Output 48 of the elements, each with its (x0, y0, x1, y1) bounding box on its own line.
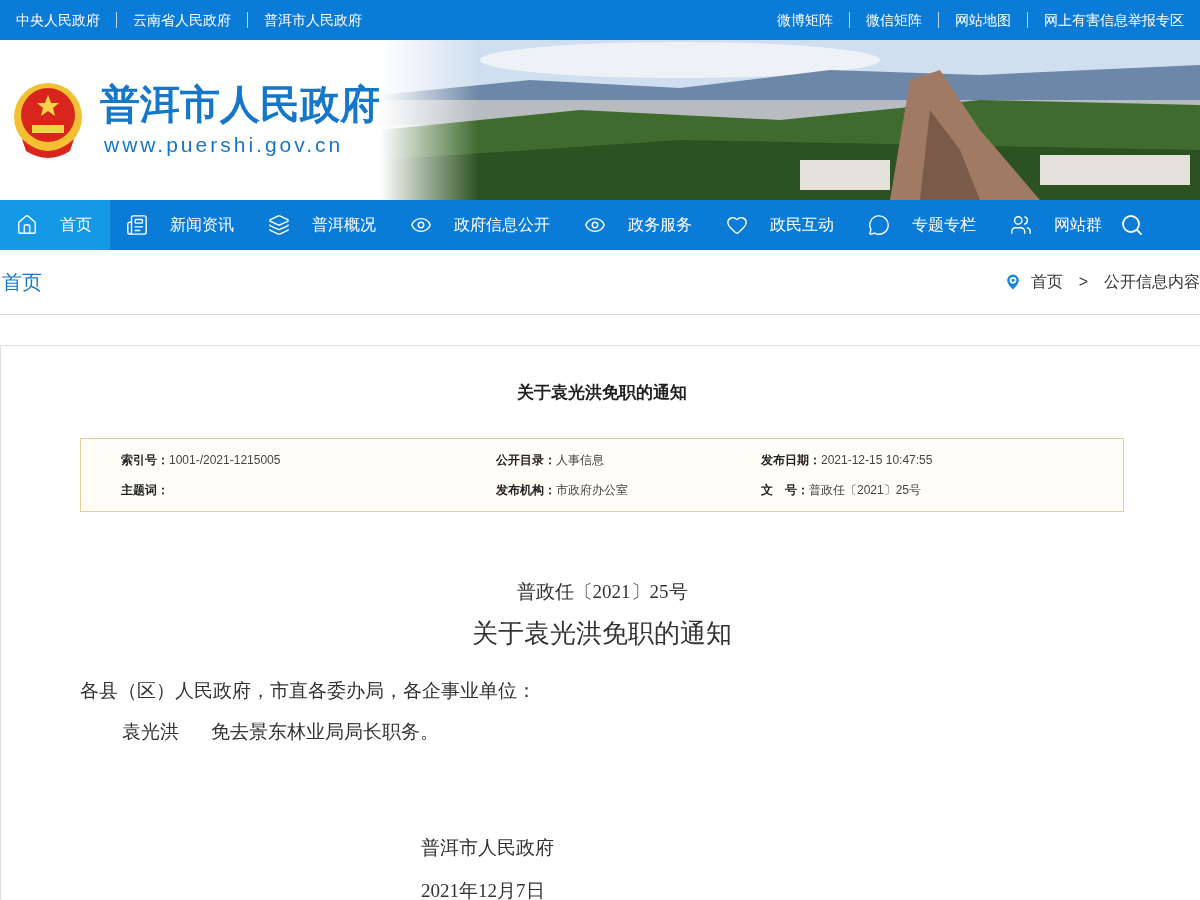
nav-item[interactable]: 政府信息公开 (394, 200, 568, 250)
document-number: 普政任〔2021〕25号 (515, 579, 689, 604)
nav-item[interactable]: 政务服务 (568, 200, 710, 250)
person-name: 袁光洪 (122, 719, 179, 744)
nav-item[interactable]: 网站群 (994, 200, 1120, 250)
nav-item[interactable]: 新闻资讯 (110, 200, 252, 250)
info-value: 人事信息 (556, 451, 604, 469)
article-title: 关于袁光洪免职的通知 (516, 382, 688, 404)
heart-icon (726, 214, 748, 236)
search-icon[interactable] (1120, 213, 1144, 237)
chat-icon (868, 214, 890, 236)
info-label: 发布机构： (496, 481, 556, 499)
document-title: 关于袁光洪免职的通知 (471, 618, 733, 650)
home-icon (16, 214, 38, 236)
breadcrumb-link[interactable]: 公开信息内容 (1104, 270, 1200, 294)
newspaper-icon (126, 214, 148, 236)
nav-item[interactable]: 政民互动 (710, 200, 852, 250)
top-link[interactable]: 微博矩阵 (777, 9, 833, 31)
info-label: 发布日期： (761, 451, 821, 469)
info-value: 1001-/2021-1215005 (169, 451, 281, 469)
emblem-icon (12, 81, 84, 159)
section-title: 首页 (1, 270, 42, 295)
info-value: 市政府办公室 (556, 481, 628, 499)
top-link[interactable]: 微信矩阵 (866, 9, 922, 31)
nav-item[interactable]: 首页 (0, 200, 110, 250)
layers-icon (268, 214, 290, 236)
info-label: 文 号： (761, 481, 809, 499)
top-link[interactable]: 网上有害信息举报专区 (1044, 9, 1184, 31)
users-icon (1010, 214, 1032, 236)
info-label: 公开目录： (496, 451, 556, 469)
breadcrumb-separator: > (1078, 272, 1088, 292)
top-link[interactable]: 中央人民政府 (16, 9, 100, 31)
site-name: 普洱市人民政府 (100, 79, 380, 130)
salutation: 各县（区）人民政府，市直各委办局，各企事业单位： (80, 679, 537, 703)
breadcrumb-link[interactable]: 首页 (1030, 270, 1063, 294)
nav-item[interactable]: 普洱概况 (252, 200, 394, 250)
info-label: 主题词： (121, 481, 169, 499)
site-url: www.puershi.gov.cn (104, 132, 345, 159)
info-value: 普政任〔2021〕25号 (809, 481, 922, 499)
top-link[interactable]: 网站地图 (955, 9, 1011, 31)
top-link[interactable]: 普洱市人民政府 (264, 9, 362, 31)
info-label: 索引号： (121, 451, 169, 469)
top-link[interactable]: 云南省人民政府 (133, 9, 231, 31)
body-text: 免去景东林业局局长职务。 (211, 719, 439, 744)
document-date: 2021年12月7日 (420, 878, 546, 900)
info-value: 2021-12-15 10:47:55 (821, 451, 933, 469)
nav-item[interactable]: 专题专栏 (852, 200, 994, 250)
signature: 普洱市人民政府 (420, 836, 555, 860)
